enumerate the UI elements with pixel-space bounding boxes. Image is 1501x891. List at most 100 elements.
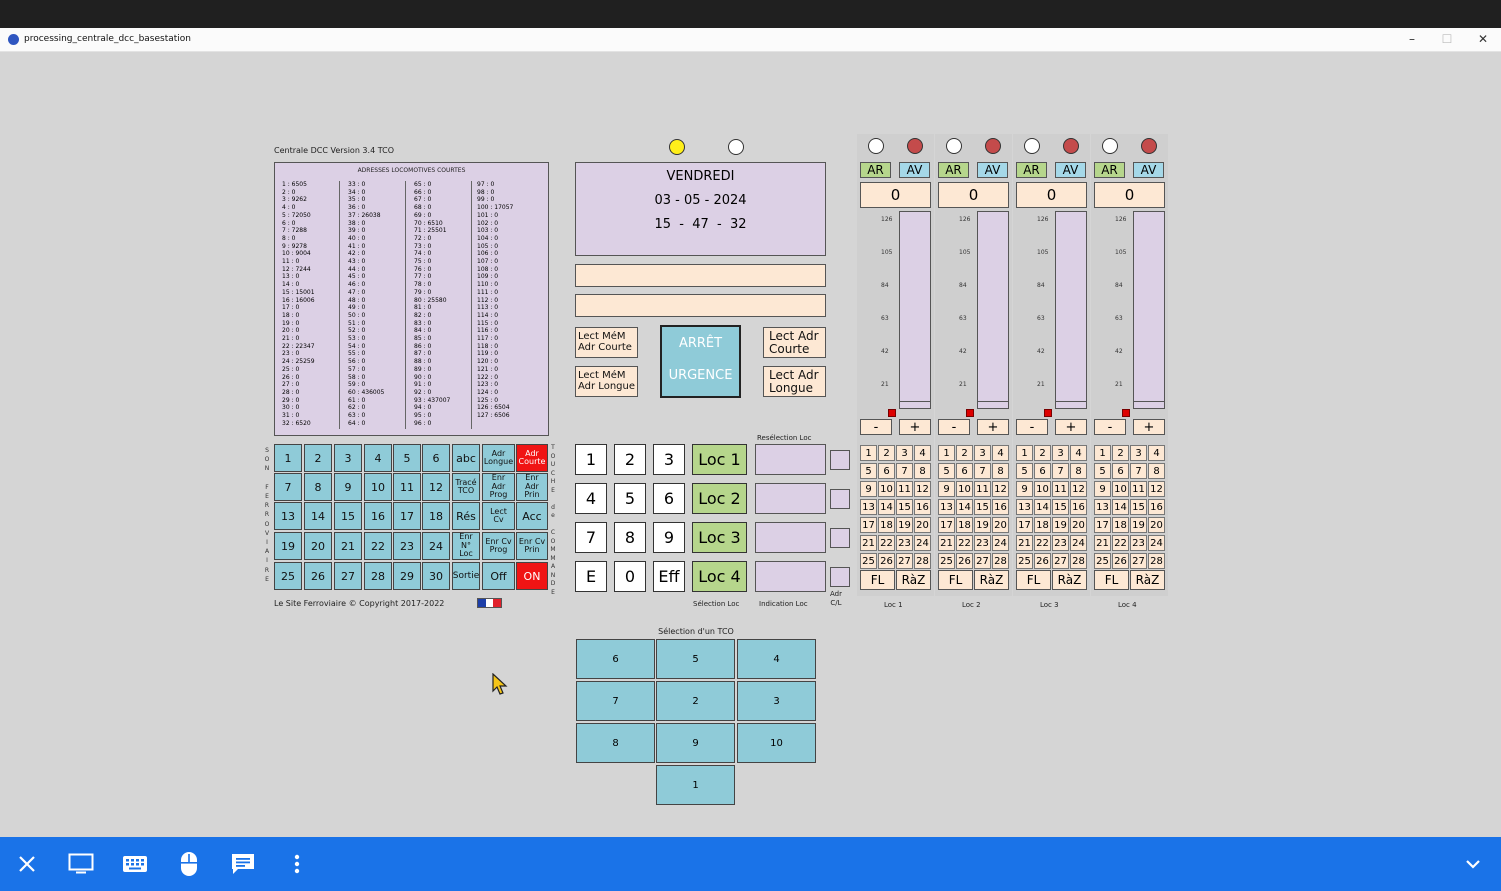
speed-plus-button[interactable]: + [1133, 419, 1165, 435]
sound-key[interactable]: 22 [364, 532, 392, 560]
sound-key[interactable]: 9 [334, 473, 362, 501]
sound-key[interactable]: Adr Longue [482, 444, 515, 472]
sound-key[interactable]: Enr Cv Prin [516, 532, 548, 560]
sound-key[interactable]: 10 [364, 473, 392, 501]
function-key[interactable]: 7 [1052, 463, 1069, 479]
forward-button[interactable]: AV [977, 162, 1008, 178]
function-key[interactable]: 9 [860, 481, 877, 497]
function-key[interactable]: 7 [896, 463, 913, 479]
forward-button[interactable]: AV [1133, 162, 1164, 178]
sound-key[interactable]: 12 [422, 473, 450, 501]
function-key[interactable]: 25 [938, 553, 955, 569]
function-key[interactable]: 20 [1070, 517, 1087, 533]
sound-key[interactable]: 4 [364, 444, 392, 472]
function-key[interactable]: 6 [878, 463, 895, 479]
sound-key[interactable]: 29 [393, 562, 421, 590]
function-key[interactable]: 18 [1112, 517, 1129, 533]
function-key[interactable]: 28 [1070, 553, 1087, 569]
sound-key[interactable]: Sortie [452, 562, 480, 590]
tco-button[interactable]: 10 [737, 723, 816, 763]
function-key[interactable]: 19 [1052, 517, 1069, 533]
sound-key[interactable]: 25 [274, 562, 302, 590]
function-key[interactable]: 24 [914, 535, 931, 551]
function-key[interactable]: 16 [1148, 499, 1165, 515]
function-key[interactable]: 17 [938, 517, 955, 533]
function-key[interactable]: 5 [1016, 463, 1033, 479]
close-icon[interactable] [10, 837, 44, 891]
read-short-address-button[interactable]: Lect Adr Courte [763, 327, 826, 358]
sound-key[interactable]: Off [482, 562, 515, 590]
loc-select-button[interactable]: Loc 4 [692, 561, 747, 592]
sound-key[interactable]: Rés [452, 502, 480, 530]
function-key[interactable]: 12 [1070, 481, 1087, 497]
speed-minus-button[interactable]: - [1016, 419, 1048, 435]
function-key[interactable]: 15 [974, 499, 991, 515]
function-key[interactable]: 6 [1034, 463, 1051, 479]
sound-key[interactable]: Adr Courte [516, 444, 548, 472]
function-key[interactable]: 3 [974, 445, 991, 461]
numpad-key[interactable]: 2 [614, 444, 646, 475]
sound-key[interactable]: Acc [516, 502, 548, 530]
maximize-icon[interactable]: ☐ [1437, 32, 1457, 46]
function-key[interactable]: 20 [914, 517, 931, 533]
function-key[interactable]: 8 [1148, 463, 1165, 479]
function-key[interactable]: 1 [1094, 445, 1111, 461]
sound-key[interactable]: Tracé TCO [452, 473, 480, 501]
function-key[interactable]: 14 [878, 499, 895, 515]
function-key[interactable]: 4 [1070, 445, 1087, 461]
function-key[interactable]: 10 [1034, 481, 1051, 497]
function-key[interactable]: 28 [914, 553, 931, 569]
function-key[interactable]: 15 [896, 499, 913, 515]
function-key[interactable]: 7 [1130, 463, 1147, 479]
function-key[interactable]: 22 [1112, 535, 1129, 551]
numpad-key[interactable]: 6 [653, 483, 685, 514]
sound-key[interactable]: 16 [364, 502, 392, 530]
tco-button[interactable]: 6 [576, 639, 655, 679]
sound-key[interactable]: 23 [393, 532, 421, 560]
forward-button[interactable]: AV [1055, 162, 1086, 178]
function-key[interactable]: 9 [938, 481, 955, 497]
function-key[interactable]: 2 [956, 445, 973, 461]
function-key[interactable]: 25 [1094, 553, 1111, 569]
function-key[interactable]: 19 [1130, 517, 1147, 533]
sound-key[interactable]: 14 [304, 502, 332, 530]
function-key[interactable]: 17 [1094, 517, 1111, 533]
sound-key[interactable]: 19 [274, 532, 302, 560]
headlight-button[interactable]: FL [860, 570, 895, 590]
sound-key[interactable]: 13 [274, 502, 302, 530]
function-key[interactable]: 18 [878, 517, 895, 533]
function-key[interactable]: 24 [992, 535, 1009, 551]
numpad-key[interactable]: 9 [653, 522, 685, 553]
function-key[interactable]: 1 [1016, 445, 1033, 461]
numpad-key[interactable]: 0 [614, 561, 646, 592]
speed-slider[interactable] [977, 211, 1009, 409]
function-key[interactable]: 13 [1094, 499, 1111, 515]
numpad-key[interactable]: Eff [653, 561, 685, 592]
sound-key[interactable]: 6 [422, 444, 450, 472]
numpad-key[interactable]: 3 [653, 444, 685, 475]
function-key[interactable]: 27 [1052, 553, 1069, 569]
function-key[interactable]: 20 [992, 517, 1009, 533]
function-key[interactable]: 8 [1070, 463, 1087, 479]
function-key[interactable]: 28 [1148, 553, 1165, 569]
reverse-button[interactable]: AR [938, 162, 969, 178]
slider-handle[interactable] [900, 401, 930, 402]
function-key[interactable]: 8 [914, 463, 931, 479]
sound-key[interactable]: 17 [393, 502, 421, 530]
function-key[interactable]: 26 [1034, 553, 1051, 569]
function-key[interactable]: 6 [956, 463, 973, 479]
function-key[interactable]: 27 [974, 553, 991, 569]
function-key[interactable]: 13 [860, 499, 877, 515]
sound-key[interactable]: Enr Cv Prog [482, 532, 515, 560]
function-key[interactable]: 7 [974, 463, 991, 479]
reverse-button[interactable]: AR [860, 162, 891, 178]
function-key[interactable]: 16 [992, 499, 1009, 515]
speed-slider[interactable] [1055, 211, 1087, 409]
sound-key[interactable]: 7 [274, 473, 302, 501]
sound-key[interactable]: 30 [422, 562, 450, 590]
function-key[interactable]: 4 [914, 445, 931, 461]
sound-key[interactable]: 15 [334, 502, 362, 530]
loc-select-button[interactable]: Loc 3 [692, 522, 747, 553]
function-key[interactable]: 15 [1052, 499, 1069, 515]
function-key[interactable]: 1 [938, 445, 955, 461]
